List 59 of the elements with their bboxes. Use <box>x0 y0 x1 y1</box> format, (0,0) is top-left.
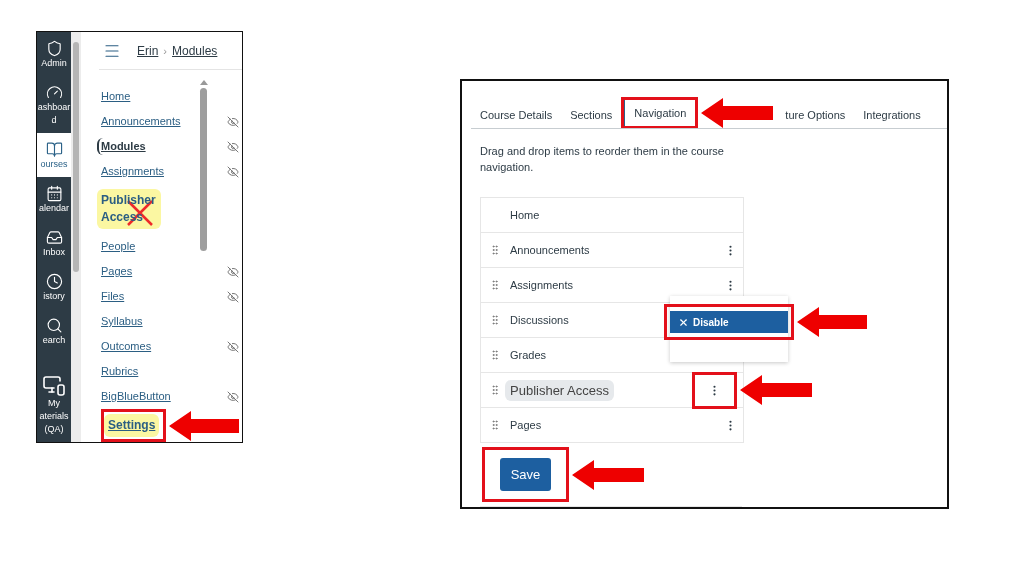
course-nav-link[interactable]: Modules <box>97 138 146 155</box>
drag-handle-icon[interactable] <box>489 314 501 326</box>
navigation-item-label: Publisher Access <box>505 379 614 401</box>
navigation-item-label: Pages <box>510 419 542 431</box>
pointer-arrow <box>740 375 812 405</box>
global-nav-item[interactable]: alendar <box>37 177 71 221</box>
pointer-arrow <box>797 307 867 337</box>
navigation-item-label: Discussions <box>510 314 569 326</box>
scrollbar[interactable] <box>71 32 81 442</box>
course-nav-link[interactable]: Files <box>101 288 125 305</box>
course-nav-link[interactable]: Home <box>101 88 131 105</box>
shield-icon <box>45 40 63 57</box>
save-button[interactable]: Save <box>500 458 551 491</box>
drag-handle-icon[interactable] <box>489 384 501 396</box>
global-nav-item[interactable]: ashboar d <box>37 76 71 133</box>
pointer-arrow <box>169 410 240 441</box>
drag-handle-icon[interactable] <box>489 279 501 291</box>
course-nav-link[interactable]: Assignments <box>101 163 164 180</box>
close-icon <box>678 316 689 328</box>
breadcrumb-separator: › <box>163 44 167 57</box>
navigation-item[interactable]: Publisher Access <box>481 373 743 408</box>
inbox-icon <box>45 229 63 246</box>
search-icon <box>45 317 63 334</box>
course-nav-link[interactable]: Pages <box>101 263 133 280</box>
breadcrumb-link[interactable]: Erin <box>137 43 159 58</box>
drag-handle-icon[interactable] <box>489 349 501 361</box>
pointer-arrow <box>572 459 644 490</box>
book-icon <box>45 141 63 158</box>
global-nav-item[interactable]: ourses <box>37 133 71 177</box>
global-nav-item[interactable]: My aterials (QA) <box>37 365 71 442</box>
drag-handle-icon[interactable] <box>489 419 501 431</box>
drag-handle-icon[interactable] <box>489 244 501 256</box>
course-nav-link[interactable]: Rubrics <box>101 363 139 380</box>
scroll-up-icon[interactable] <box>199 80 208 85</box>
tab[interactable]: Navigation <box>624 100 696 126</box>
navigation-item-label: Home <box>510 209 540 221</box>
global-nav-item[interactable]: istory <box>37 265 71 309</box>
navigation-item-label: Announcements <box>510 244 590 256</box>
calendar-icon <box>45 185 63 202</box>
navigation-item-label: Grades <box>510 349 547 361</box>
navigation-item[interactable]: Home <box>481 198 743 233</box>
global-nav-item[interactable]: Inbox <box>37 221 71 265</box>
menu-item[interactable]: Disable <box>670 311 788 333</box>
navigation-item[interactable]: Announcements <box>481 233 743 268</box>
global-nav-item[interactable]: earch <box>37 309 71 353</box>
course-nav-link[interactable]: Syllabus <box>101 313 143 330</box>
course-nav-link[interactable]: Outcomes <box>101 338 152 355</box>
clock-icon <box>45 273 63 290</box>
global-nav-item[interactable]: Admin <box>37 32 71 76</box>
breadcrumb-link[interactable]: Modules <box>172 43 218 58</box>
gauge-icon <box>45 84 63 101</box>
navigation-item[interactable]: Pages <box>481 408 743 443</box>
course-nav-link[interactable]: Settings <box>104 414 160 437</box>
devices-icon <box>42 373 66 397</box>
course-nav-link[interactable]: People <box>101 238 136 255</box>
instructions-text: Drag and drop items to reorder them in the course navigation. <box>480 144 725 175</box>
course-nav-link[interactable]: BigBlueButton <box>101 388 171 405</box>
course-nav-link[interactable]: Announcements <box>101 113 181 130</box>
navigation-item-label: Assignments <box>510 279 573 291</box>
